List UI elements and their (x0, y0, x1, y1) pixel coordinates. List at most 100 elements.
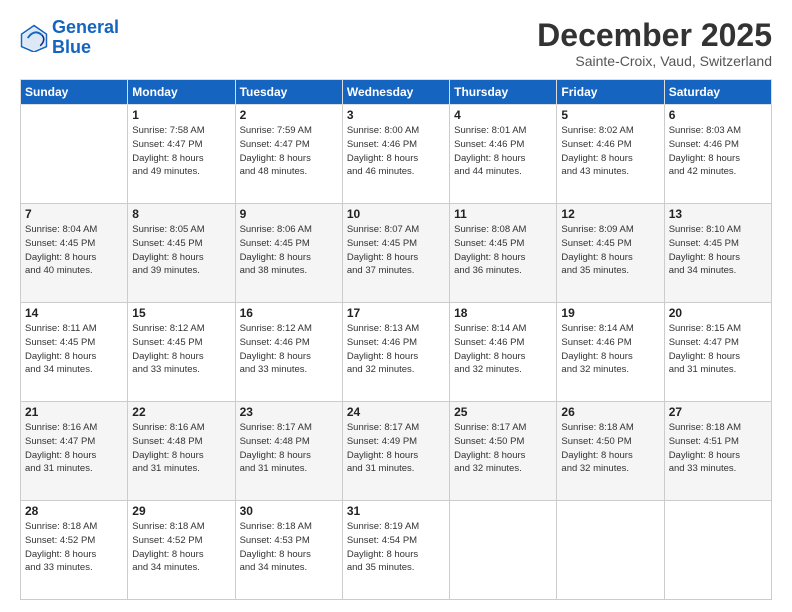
logo: General Blue (20, 18, 119, 58)
day-number: 4 (454, 108, 552, 122)
calendar-cell: 1 Sunrise: 7:58 AMSunset: 4:47 PMDaylight… (128, 105, 235, 204)
day-info: Sunrise: 8:12 AMSunset: 4:46 PMDaylight:… (240, 322, 338, 377)
day-number: 20 (669, 306, 767, 320)
day-number: 5 (561, 108, 659, 122)
day-number: 9 (240, 207, 338, 221)
calendar-cell: 16 Sunrise: 8:12 AMSunset: 4:46 PMDayligh… (235, 303, 342, 402)
calendar-cell (664, 501, 771, 600)
calendar-cell (21, 105, 128, 204)
day-number: 27 (669, 405, 767, 419)
day-number: 29 (132, 504, 230, 518)
day-info: Sunrise: 8:18 AMSunset: 4:52 PMDaylight:… (132, 520, 230, 575)
day-info: Sunrise: 8:13 AMSunset: 4:46 PMDaylight:… (347, 322, 445, 377)
day-number: 21 (25, 405, 123, 419)
day-info: Sunrise: 8:00 AMSunset: 4:46 PMDaylight:… (347, 124, 445, 179)
day-number: 22 (132, 405, 230, 419)
calendar-cell: 6 Sunrise: 8:03 AMSunset: 4:46 PMDaylight… (664, 105, 771, 204)
calendar-table: SundayMondayTuesdayWednesdayThursdayFrid… (20, 79, 772, 600)
day-info: Sunrise: 8:11 AMSunset: 4:45 PMDaylight:… (25, 322, 123, 377)
calendar-cell: 13 Sunrise: 8:10 AMSunset: 4:45 PMDayligh… (664, 204, 771, 303)
calendar-cell: 11Sunrise: 8:08 AMSunset: 4:45 PMDayligh… (450, 204, 557, 303)
calendar-cell: 10Sunrise: 8:07 AMSunset: 4:45 PMDayligh… (342, 204, 449, 303)
calendar-cell: 9 Sunrise: 8:06 AMSunset: 4:45 PMDaylight… (235, 204, 342, 303)
calendar-cell: 22 Sunrise: 8:16 AMSunset: 4:48 PMDayligh… (128, 402, 235, 501)
day-info: Sunrise: 8:04 AMSunset: 4:45 PMDaylight:… (25, 223, 123, 278)
day-info: Sunrise: 8:07 AMSunset: 4:45 PMDaylight:… (347, 223, 445, 278)
calendar-week-row: 21 Sunrise: 8:16 AMSunset: 4:47 PMDayligh… (21, 402, 772, 501)
day-number: 28 (25, 504, 123, 518)
weekday-header-thursday: Thursday (450, 80, 557, 105)
day-info: Sunrise: 7:58 AMSunset: 4:47 PMDaylight:… (132, 124, 230, 179)
weekday-header-monday: Monday (128, 80, 235, 105)
weekday-header-tuesday: Tuesday (235, 80, 342, 105)
day-number: 24 (347, 405, 445, 419)
day-info: Sunrise: 8:17 AMSunset: 4:49 PMDaylight:… (347, 421, 445, 476)
calendar-cell: 27Sunrise: 8:18 AMSunset: 4:51 PMDayligh… (664, 402, 771, 501)
logo-icon (20, 24, 48, 52)
calendar-cell: 23 Sunrise: 8:17 AMSunset: 4:48 PMDayligh… (235, 402, 342, 501)
day-info: Sunrise: 8:09 AMSunset: 4:45 PMDaylight:… (561, 223, 659, 278)
calendar-cell: 18 Sunrise: 8:14 AMSunset: 4:46 PMDayligh… (450, 303, 557, 402)
day-number: 16 (240, 306, 338, 320)
day-info: Sunrise: 8:18 AMSunset: 4:53 PMDaylight:… (240, 520, 338, 575)
day-info: Sunrise: 8:15 AMSunset: 4:47 PMDaylight:… (669, 322, 767, 377)
logo-line1: General (52, 17, 119, 37)
calendar-cell: 20 Sunrise: 8:15 AMSunset: 4:47 PMDayligh… (664, 303, 771, 402)
day-info: Sunrise: 8:18 AMSunset: 4:52 PMDaylight:… (25, 520, 123, 575)
day-info: Sunrise: 8:17 AMSunset: 4:48 PMDaylight:… (240, 421, 338, 476)
location: Sainte-Croix, Vaud, Switzerland (537, 53, 772, 69)
day-info: Sunrise: 8:17 AMSunset: 4:50 PMDaylight:… (454, 421, 552, 476)
weekday-header-wednesday: Wednesday (342, 80, 449, 105)
day-number: 6 (669, 108, 767, 122)
day-number: 3 (347, 108, 445, 122)
day-number: 1 (132, 108, 230, 122)
calendar-cell (557, 501, 664, 600)
day-info: Sunrise: 8:08 AMSunset: 4:45 PMDaylight:… (454, 223, 552, 278)
day-info: Sunrise: 8:16 AMSunset: 4:48 PMDaylight:… (132, 421, 230, 476)
calendar-cell: 28 Sunrise: 8:18 AMSunset: 4:52 PMDayligh… (21, 501, 128, 600)
day-number: 31 (347, 504, 445, 518)
day-number: 23 (240, 405, 338, 419)
day-number: 25 (454, 405, 552, 419)
calendar-cell: 19Sunrise: 8:14 AMSunset: 4:46 PMDayligh… (557, 303, 664, 402)
weekday-header-sunday: Sunday (21, 80, 128, 105)
day-number: 8 (132, 207, 230, 221)
day-info: Sunrise: 8:02 AMSunset: 4:46 PMDaylight:… (561, 124, 659, 179)
day-number: 12 (561, 207, 659, 221)
day-info: Sunrise: 8:12 AMSunset: 4:45 PMDaylight:… (132, 322, 230, 377)
calendar-week-row: 1 Sunrise: 7:58 AMSunset: 4:47 PMDaylight… (21, 105, 772, 204)
day-number: 26 (561, 405, 659, 419)
calendar-week-row: 7 Sunrise: 8:04 AMSunset: 4:45 PMDaylight… (21, 204, 772, 303)
calendar-cell: 25 Sunrise: 8:17 AMSunset: 4:50 PMDayligh… (450, 402, 557, 501)
day-info: Sunrise: 8:16 AMSunset: 4:47 PMDaylight:… (25, 421, 123, 476)
day-info: Sunrise: 8:06 AMSunset: 4:45 PMDaylight:… (240, 223, 338, 278)
calendar-cell: 7 Sunrise: 8:04 AMSunset: 4:45 PMDaylight… (21, 204, 128, 303)
weekday-header-friday: Friday (557, 80, 664, 105)
day-info: Sunrise: 7:59 AMSunset: 4:47 PMDaylight:… (240, 124, 338, 179)
day-info: Sunrise: 8:10 AMSunset: 4:45 PMDaylight:… (669, 223, 767, 278)
calendar-cell: 4 Sunrise: 8:01 AMSunset: 4:46 PMDaylight… (450, 105, 557, 204)
header: General Blue December 2025 Sainte-Croix,… (20, 18, 772, 69)
calendar-cell: 29 Sunrise: 8:18 AMSunset: 4:52 PMDayligh… (128, 501, 235, 600)
calendar-cell: 26Sunrise: 8:18 AMSunset: 4:50 PMDayligh… (557, 402, 664, 501)
day-number: 7 (25, 207, 123, 221)
calendar-cell (450, 501, 557, 600)
calendar-cell: 15Sunrise: 8:12 AMSunset: 4:45 PMDayligh… (128, 303, 235, 402)
day-number: 2 (240, 108, 338, 122)
calendar-cell: 5 Sunrise: 8:02 AMSunset: 4:46 PMDaylight… (557, 105, 664, 204)
month-title: December 2025 (537, 18, 772, 53)
day-number: 18 (454, 306, 552, 320)
day-info: Sunrise: 8:05 AMSunset: 4:45 PMDaylight:… (132, 223, 230, 278)
day-number: 13 (669, 207, 767, 221)
day-info: Sunrise: 8:14 AMSunset: 4:46 PMDaylight:… (454, 322, 552, 377)
day-info: Sunrise: 8:19 AMSunset: 4:54 PMDaylight:… (347, 520, 445, 575)
calendar-cell: 14Sunrise: 8:11 AMSunset: 4:45 PMDayligh… (21, 303, 128, 402)
day-info: Sunrise: 8:03 AMSunset: 4:46 PMDaylight:… (669, 124, 767, 179)
title-block: December 2025 Sainte-Croix, Vaud, Switze… (537, 18, 772, 69)
day-info: Sunrise: 8:14 AMSunset: 4:46 PMDaylight:… (561, 322, 659, 377)
day-info: Sunrise: 8:01 AMSunset: 4:46 PMDaylight:… (454, 124, 552, 179)
calendar-cell: 21 Sunrise: 8:16 AMSunset: 4:47 PMDayligh… (21, 402, 128, 501)
day-number: 17 (347, 306, 445, 320)
calendar-cell: 3 Sunrise: 8:00 AMSunset: 4:46 PMDaylight… (342, 105, 449, 204)
weekday-header-row: SundayMondayTuesdayWednesdayThursdayFrid… (21, 80, 772, 105)
